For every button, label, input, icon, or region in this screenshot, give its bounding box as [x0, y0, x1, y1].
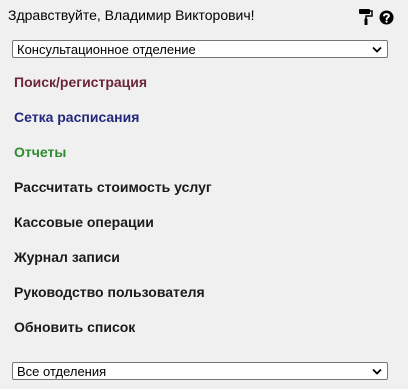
menu-item-schedule-grid[interactable]: Сетка расписания: [14, 107, 212, 142]
menu-item-reports[interactable]: Отчеты: [14, 142, 212, 177]
menu-item-cash-operations[interactable]: Кассовые операции: [14, 212, 212, 247]
paint-roller-icon[interactable]: [358, 9, 374, 25]
chevron-down-icon: [369, 41, 385, 57]
menu-item-user-guide[interactable]: Руководство пользователя: [14, 282, 212, 317]
department-select[interactable]: Консультационное отделение: [12, 40, 388, 58]
main-menu: Поиск/регистрация Сетка расписания Отчет…: [14, 72, 212, 352]
menu-item-refresh-list[interactable]: Обновить список: [14, 317, 212, 352]
header-actions: [358, 9, 394, 25]
department-select-value: Консультационное отделение: [17, 41, 196, 57]
menu-item-appointment-log[interactable]: Журнал записи: [14, 247, 212, 282]
all-departments-select[interactable]: Все отделения: [12, 362, 388, 380]
menu-item-search-registration[interactable]: Поиск/регистрация: [14, 72, 212, 107]
greeting-text: Здравствуйте, Владимир Викторович!: [8, 7, 255, 23]
all-departments-select-value: Все отделения: [17, 363, 107, 379]
help-icon[interactable]: [378, 9, 394, 25]
menu-item-calculate-cost[interactable]: Рассчитать стоимость услуг: [14, 177, 212, 212]
schedule-panel: Здравствуйте, Владимир Викторович! Консу…: [0, 0, 408, 389]
chevron-down-icon: [369, 363, 385, 379]
